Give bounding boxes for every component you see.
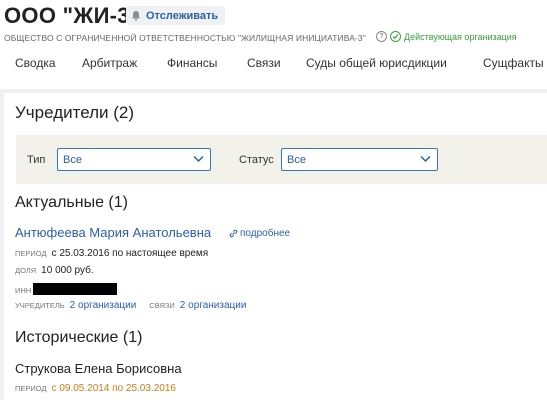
status-filter-value: Все	[287, 154, 306, 166]
founders-heading: Учредители (2)	[15, 103, 135, 122]
tab-courts[interactable]: Суды общей юрисдикции	[306, 56, 447, 70]
tab-arbitration[interactable]: Арбитраж	[82, 56, 137, 70]
relations-row: учредитель 2 организации связи 2 организ…	[15, 300, 246, 311]
type-filter-value: Все	[63, 154, 82, 166]
check-circle-icon	[390, 31, 401, 42]
track-button-label: Отслеживать	[146, 9, 219, 22]
inn-label: инн	[15, 286, 32, 295]
founders-panel: Учредители (2) Тип Все Статус Все Актуал…	[4, 93, 547, 400]
founder-name-link[interactable]: Антюфеева Мария Анатольевна	[15, 225, 211, 240]
period-row: период с 25.03.2016 по настоящее время	[15, 248, 208, 259]
filters-bar: Тип Все Статус Все	[16, 135, 547, 184]
info-icon[interactable]: ?	[376, 31, 387, 42]
founder-of-link[interactable]: 2 организации	[70, 300, 137, 311]
type-filter-label: Тип	[27, 154, 46, 166]
company-status: ? Действующая организация	[376, 31, 517, 42]
historical-founders-heading: Исторические (1)	[15, 329, 143, 346]
inn-row: инн	[15, 281, 118, 295]
more-link[interactable]: подробнее	[229, 228, 290, 239]
more-link-label: подробнее	[240, 228, 291, 239]
founder-of-label: учредитель	[15, 301, 65, 310]
status-filter-label: Статус	[239, 154, 274, 166]
current-founders-heading: Актуальные (1)	[15, 194, 128, 211]
company-full-name: ОБЩЕСТВО С ОГРАНИЧЕННОЙ ОТВЕТСТВЕННОСТЬЮ…	[4, 33, 366, 43]
company-header: ООО "ЖИ-3" Отслеживать ОБЩЕСТВО С ОГРАНИ…	[0, 0, 547, 89]
tab-connections[interactable]: Связи	[247, 56, 281, 70]
links-label: связи	[149, 301, 175, 310]
period-value: с 25.03.2016 по настоящее время	[51, 248, 209, 259]
track-button[interactable]: Отслеживать	[126, 6, 226, 25]
share-row: доля 10 000 руб.	[15, 265, 94, 276]
tab-finances[interactable]: Финансы	[167, 56, 217, 70]
chevron-down-icon	[193, 155, 204, 163]
type-filter-select[interactable]: Все	[57, 148, 211, 171]
links-link[interactable]: 2 организации	[180, 300, 247, 311]
historical-period-row: период с 09.05.2014 по 25.03.2016	[15, 383, 176, 394]
company-title: ООО "ЖИ-3"	[4, 3, 141, 28]
section-tabs: Сводка Арбитраж Финансы Связи Суды общей…	[0, 52, 547, 76]
inn-redacted-value	[33, 283, 118, 295]
chevron-down-icon	[420, 155, 431, 163]
period-label: период	[15, 249, 47, 258]
tab-essential-facts[interactable]: Сущфакты	[483, 56, 544, 70]
historical-period-value: с 09.05.2014 по 25.03.2016	[51, 383, 176, 394]
status-filter-select[interactable]: Все	[281, 148, 438, 171]
share-label: доля	[15, 266, 37, 275]
historical-founder-name: Струкова Елена Борисовна	[15, 361, 182, 376]
tab-summary[interactable]: Сводка	[15, 56, 56, 70]
share-value: 10 000 руб.	[41, 265, 94, 276]
link-icon	[229, 229, 238, 238]
bell-icon	[132, 11, 140, 21]
historical-period-label: период	[15, 384, 47, 393]
status-label: Действующая организация	[404, 31, 517, 42]
